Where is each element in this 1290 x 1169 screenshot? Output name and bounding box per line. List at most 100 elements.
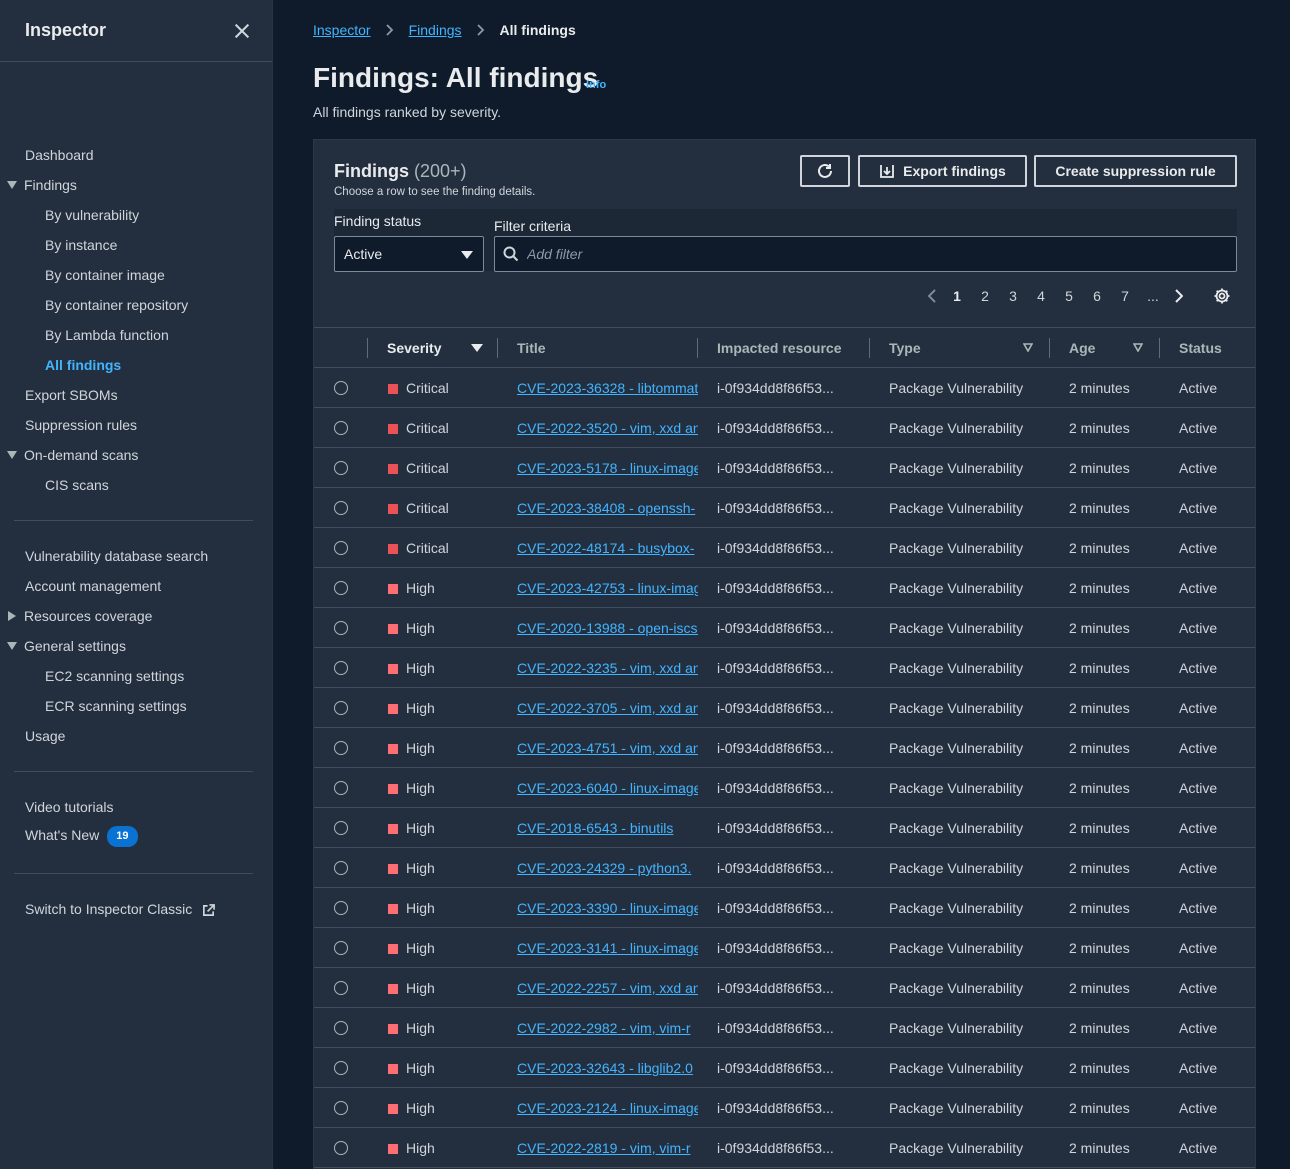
sidebar-item-switch-to-classic[interactable]: Switch to Inspector Classic <box>25 900 216 918</box>
row-radio[interactable] <box>334 861 348 875</box>
table-row[interactable]: High CVE-2023-32643 - libglib2.0 i-0f934dd… <box>314 1048 1255 1088</box>
table-row[interactable]: Critical CVE-2022-48174 - busybox-i-0f934… <box>314 528 1255 568</box>
sidebar-item-by-container-repository[interactable]: By container repository <box>45 296 188 314</box>
sort-icon[interactable] <box>1133 343 1143 352</box>
table-row[interactable]: High CVE-2023-2124 - linux-image i-0f934dd… <box>314 1088 1255 1128</box>
breadcrumb-link-findings[interactable]: Findings <box>409 22 462 38</box>
page-button[interactable]: 1 <box>943 288 971 304</box>
table-row[interactable]: High CVE-2022-3705 - vim, xxd and i-0f934d… <box>314 688 1255 728</box>
row-radio[interactable] <box>334 941 348 955</box>
create-suppression-rule-button[interactable]: Create suppression rule <box>1034 155 1237 187</box>
row-radio[interactable] <box>334 541 348 555</box>
table-row[interactable]: Critical CVE-2023-38408 - openssh-i-0f934… <box>314 488 1255 528</box>
table-row[interactable]: Critical CVE-2023-5178 - linux-image i-0f9… <box>314 448 1255 488</box>
finding-title-link[interactable]: CVE-2018-6543 - binutils <box>517 820 698 837</box>
row-radio[interactable] <box>334 741 348 755</box>
sidebar-item-findings[interactable]: Findings <box>24 176 77 194</box>
sidebar-item-vulnerability-database-search[interactable]: Vulnerability database search <box>25 547 208 565</box>
finding-title-link[interactable]: CVE-2023-2124 - linux-image <box>517 1100 698 1117</box>
sidebar-item-on-demand-scans[interactable]: On-demand scans <box>24 446 138 464</box>
sidebar-item-export-sboms[interactable]: Export SBOMs <box>25 386 118 404</box>
sort-icon[interactable] <box>1023 343 1033 352</box>
table-row[interactable]: High CVE-2023-3141 - linux-image i-0f934dd… <box>314 928 1255 968</box>
finding-title-link[interactable]: CVE-2022-48174 - busybox- <box>517 540 698 557</box>
sidebar-item-by-lambda-function[interactable]: By Lambda function <box>45 326 169 344</box>
table-row[interactable]: High CVE-2022-3235 - vim, xxd and i-0f934d… <box>314 648 1255 688</box>
filter-input[interactable] <box>527 246 1207 262</box>
row-radio[interactable] <box>334 821 348 835</box>
finding-title-link[interactable]: CVE-2023-6040 - linux-image <box>517 780 698 797</box>
table-row[interactable]: High CVE-2020-13988 - open-iscsi i-0f934dd… <box>314 608 1255 648</box>
sidebar-item-usage[interactable]: Usage <box>25 727 65 745</box>
row-radio[interactable] <box>334 1101 348 1115</box>
table-row[interactable]: High CVE-2022-2982 - vim, vim-r i-0f934dd8… <box>314 1008 1255 1048</box>
finding-title-link[interactable]: CVE-2023-4751 - vim, xxd and <box>517 740 698 757</box>
caret-down-icon[interactable] <box>7 451 17 459</box>
caret-down-icon[interactable] <box>7 642 17 650</box>
sidebar-item-dashboard[interactable]: Dashboard <box>25 146 94 164</box>
caret-down-icon[interactable] <box>7 181 17 189</box>
sort-descending-icon[interactable] <box>471 344 483 352</box>
table-row[interactable]: High CVE-2023-24329 - python3. i-0f934dd8f… <box>314 848 1255 888</box>
info-link[interactable]: Info <box>586 79 606 91</box>
column-header-title[interactable]: Title <box>517 340 546 356</box>
finding-title-link[interactable]: CVE-2023-5178 - linux-image <box>517 460 698 477</box>
finding-title-link[interactable]: CVE-2020-13988 - open-iscsi <box>517 620 698 637</box>
row-radio[interactable] <box>334 461 348 475</box>
column-header-age[interactable]: Age <box>1069 340 1095 356</box>
page-button[interactable]: 6 <box>1083 288 1111 304</box>
sidebar-item-by-instance[interactable]: By instance <box>45 236 117 254</box>
row-radio[interactable] <box>334 1061 348 1075</box>
sidebar-item-general-settings[interactable]: General settings <box>24 637 126 655</box>
caret-right-icon[interactable] <box>8 611 16 621</box>
page-button[interactable]: 4 <box>1027 288 1055 304</box>
row-radio[interactable] <box>334 661 348 675</box>
row-radio[interactable] <box>334 501 348 515</box>
row-radio[interactable] <box>334 701 348 715</box>
table-row[interactable]: High CVE-2022-2257 - vim, xxd and i-0f934d… <box>314 968 1255 1008</box>
row-radio[interactable] <box>334 581 348 595</box>
row-radio[interactable] <box>334 901 348 915</box>
column-header-impacted-resource[interactable]: Impacted resource <box>717 340 842 356</box>
table-row[interactable]: Critical CVE-2023-36328 - libtommath i-0f9… <box>314 368 1255 408</box>
finding-title-link[interactable]: CVE-2023-38408 - openssh- <box>517 500 698 517</box>
refresh-button[interactable] <box>800 155 850 187</box>
table-row[interactable]: High CVE-2022-2819 - vim, vim-r i-0f934dd8… <box>314 1128 1255 1168</box>
finding-title-link[interactable]: CVE-2022-2982 - vim, vim-r <box>517 1020 698 1037</box>
page-button[interactable]: 2 <box>971 288 999 304</box>
page-button[interactable]: 7 <box>1111 288 1139 304</box>
table-row[interactable]: High CVE-2023-6040 - linux-image i-0f934dd… <box>314 768 1255 808</box>
row-radio[interactable] <box>334 1021 348 1035</box>
sidebar-item-ec2-scanning-settings[interactable]: EC2 scanning settings <box>45 667 184 685</box>
row-radio[interactable] <box>334 621 348 635</box>
table-row[interactable]: High CVE-2023-3390 - linux-image i-0f934dd… <box>314 888 1255 928</box>
finding-title-link[interactable]: CVE-2022-3235 - vim, xxd and <box>517 660 698 677</box>
sidebar-item-ecr-scanning-settings[interactable]: ECR scanning settings <box>45 697 187 715</box>
sidebar-item-video-tutorials[interactable]: Video tutorials <box>25 798 113 816</box>
gear-icon[interactable] <box>1211 285 1233 307</box>
row-radio[interactable] <box>334 421 348 435</box>
finding-title-link[interactable]: CVE-2022-2819 - vim, vim-r <box>517 1140 698 1157</box>
row-radio[interactable] <box>334 1141 348 1155</box>
chevron-left-icon[interactable] <box>921 285 943 307</box>
row-radio[interactable] <box>334 781 348 795</box>
sidebar-item-all-findings[interactable]: All findings <box>45 356 121 374</box>
finding-title-link[interactable]: CVE-2023-36328 - libtommath <box>517 380 698 397</box>
column-header-severity[interactable]: Severity <box>387 340 441 356</box>
filter-search[interactable] <box>494 236 1237 272</box>
table-row[interactable]: High CVE-2018-6543 - binutils i-0f934dd8f8… <box>314 808 1255 848</box>
column-header-type[interactable]: Type <box>889 340 921 356</box>
table-row[interactable]: High CVE-2023-4751 - vim, xxd and i-0f934d… <box>314 728 1255 768</box>
finding-title-link[interactable]: CVE-2023-24329 - python3. <box>517 860 698 877</box>
finding-status-select[interactable]: Active <box>334 236 484 272</box>
sidebar-item-whats-new[interactable]: What's New 19 <box>25 826 138 847</box>
finding-title-link[interactable]: CVE-2023-3141 - linux-image <box>517 940 698 957</box>
finding-title-link[interactable]: CVE-2023-32643 - libglib2.0 <box>517 1060 698 1077</box>
finding-title-link[interactable]: CVE-2022-3705 - vim, xxd and <box>517 700 698 717</box>
sidebar-item-resources-coverage[interactable]: Resources coverage <box>24 607 152 625</box>
finding-title-link[interactable]: CVE-2022-3520 - vim, xxd and <box>517 420 698 437</box>
finding-title-link[interactable]: CVE-2023-3390 - linux-image <box>517 900 698 917</box>
chevron-right-icon[interactable] <box>1167 285 1189 307</box>
finding-title-link[interactable]: CVE-2023-42753 - linux-image <box>517 580 698 597</box>
sidebar-item-by-container-image[interactable]: By container image <box>45 266 165 284</box>
